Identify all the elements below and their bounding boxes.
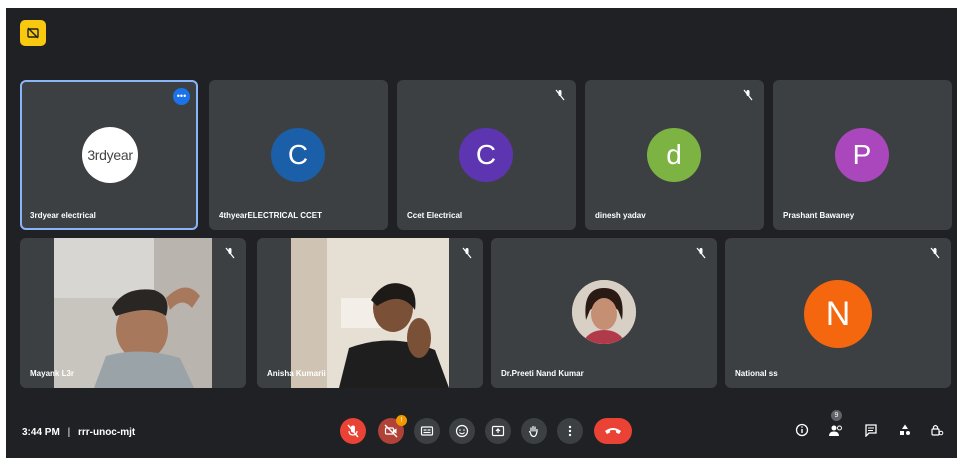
emoji-reaction-button[interactable] (449, 418, 475, 444)
captions-icon (420, 426, 434, 436)
present-screen-icon (491, 425, 505, 437)
mic-off-icon (743, 89, 753, 101)
mic-off-icon (462, 247, 472, 259)
avatar: C (459, 128, 513, 182)
participant-count-badge: 9 (831, 410, 842, 421)
participant-tile-ccet[interactable]: C Ccet Electrical (397, 80, 576, 230)
video-frame (291, 238, 449, 388)
chat-icon (865, 424, 877, 437)
mic-off-icon (347, 424, 359, 438)
more-options-button[interactable] (557, 418, 583, 444)
mic-toggle-button[interactable] (340, 418, 366, 444)
presenting-icon[interactable] (20, 20, 46, 46)
participant-name: 3rdyear electrical (30, 211, 96, 220)
emoji-icon (455, 424, 469, 438)
raise-hand-icon (528, 425, 538, 438)
end-call-button[interactable] (594, 418, 632, 444)
host-controls-icon (931, 424, 944, 436)
separator: | (67, 427, 71, 438)
participant-tile-anisha[interactable]: Anisha Kumarii (257, 238, 483, 388)
avatar-letter: P (852, 139, 872, 170)
mic-off-icon (696, 247, 706, 259)
meet-window: 3rdyear ••• 3rdyear electrical C 4thyear… (6, 8, 957, 458)
more-vert-icon (568, 425, 572, 437)
activities-icon (900, 424, 910, 435)
mic-off-icon (225, 247, 235, 259)
participant-video (291, 238, 449, 388)
avatar-letter: d (666, 139, 682, 170)
avatar-text: 3rdyear (87, 147, 133, 163)
participant-name: Ccet Electrical (407, 211, 463, 220)
current-time: 3:44 PM (22, 427, 60, 438)
participant-tile-national[interactable]: N National ss (725, 238, 951, 388)
avatar-letter: N (825, 294, 851, 333)
avatar: C (271, 128, 325, 182)
participant-tile-prashant[interactable]: P Prashant Bawaney (773, 80, 952, 230)
participant-video (54, 238, 212, 388)
participant-name: Anisha Kumarii (267, 369, 326, 378)
video-frame (54, 238, 212, 388)
camera-off-icon (384, 424, 398, 438)
avatar-letter: C (475, 139, 497, 170)
raise-hand-button[interactable] (521, 418, 547, 444)
participant-tile-3rdyear[interactable]: 3rdyear ••• 3rdyear electrical (20, 80, 198, 230)
participant-name: 4thyearELECTRICAL CCET (219, 211, 322, 220)
info-icon (795, 423, 809, 437)
avatar: d (647, 128, 701, 182)
participant-name: Dr.Preeti Nand Kumar (501, 369, 584, 378)
participant-tile-4thyear[interactable]: C 4thyearELECTRICAL CCET (209, 80, 388, 230)
participant-name: dinesh yadav (595, 211, 646, 220)
host-controls-button[interactable] (929, 422, 945, 438)
camera-toggle-button[interactable]: ! (378, 415, 407, 444)
people-icon (829, 425, 842, 436)
profile-photo (572, 280, 636, 344)
end-call-icon (605, 428, 621, 434)
avatar (572, 280, 636, 344)
bottom-toolbar: 3:44 PM | rrr-unoc-mjt ! 9 (6, 400, 957, 458)
avatar: N (804, 280, 872, 348)
avatar: 3rdyear (82, 127, 138, 183)
chat-button[interactable] (863, 422, 879, 438)
people-button[interactable]: 9 (828, 410, 844, 438)
meeting-details-button[interactable] (794, 422, 810, 438)
participant-name: Mayank L3r (30, 369, 75, 378)
meeting-code: rrr-unoc-mjt (77, 427, 136, 438)
avatar: P (835, 128, 889, 182)
present-screen-button[interactable] (485, 418, 511, 444)
captions-button[interactable] (414, 418, 440, 444)
mic-off-icon (555, 89, 565, 101)
alert-badge: ! (396, 415, 407, 426)
participant-tile-dinesh[interactable]: d dinesh yadav (585, 80, 764, 230)
participant-tile-preeti[interactable]: Dr.Preeti Nand Kumar (491, 238, 717, 388)
activities-button[interactable] (897, 422, 913, 438)
participant-name: National ss (735, 369, 778, 378)
more-options-icon[interactable]: ••• (173, 88, 190, 105)
participant-tile-mayank[interactable]: Mayank L3r (20, 238, 246, 388)
mic-off-icon (930, 247, 940, 259)
participant-name: Prashant Bawaney (783, 211, 855, 220)
avatar-letter: C (287, 139, 309, 170)
meeting-info: 3:44 PM | rrr-unoc-mjt (22, 427, 135, 438)
